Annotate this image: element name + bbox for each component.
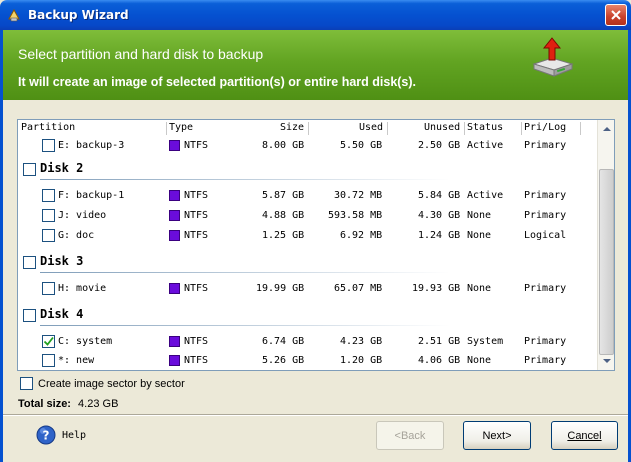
partition-checkbox[interactable] <box>42 282 55 295</box>
sector-by-sector-checkbox[interactable] <box>20 377 33 390</box>
disk-4-checkbox[interactable] <box>23 309 36 322</box>
scroll-thumb[interactable] <box>599 169 614 355</box>
help-label: Help <box>62 429 87 441</box>
scroll-down-button[interactable] <box>599 353 614 368</box>
partition-row[interactable]: F: backup-1 NTFS 5.87 GB 30.72 MB 5.84 G… <box>18 187 598 205</box>
partition-row[interactable]: J: video NTFS 4.88 GB 593.58 MB 4.30 GB … <box>18 207 598 225</box>
partition-checkbox[interactable] <box>42 209 55 222</box>
col-partition[interactable]: Partition <box>21 122 75 133</box>
wizard-app-icon <box>8 8 20 22</box>
window-title: Backup Wizard <box>28 8 129 22</box>
partition-row[interactable]: G: doc NTFS 1.25 GB 6.92 MB 1.24 GB None… <box>18 227 598 245</box>
arrow-down-icon <box>602 358 611 363</box>
next-button[interactable]: Next> <box>463 421 531 450</box>
back-button[interactable]: <Back <box>376 421 444 450</box>
disk-2-header[interactable]: Disk 2 <box>18 158 598 180</box>
close-icon <box>611 10 621 20</box>
partition-checkbox-checked[interactable] <box>42 335 55 348</box>
vertical-scrollbar[interactable] <box>597 120 614 370</box>
col-status[interactable]: Status <box>467 122 503 133</box>
sector-by-sector-option[interactable]: Create image sector by sector <box>20 377 185 390</box>
ntfs-color-swatch <box>169 355 180 366</box>
ntfs-color-swatch <box>169 190 180 201</box>
sector-by-sector-label: Create image sector by sector <box>38 377 185 390</box>
ntfs-color-swatch <box>169 210 180 221</box>
total-size-label: Total size: <box>18 398 71 410</box>
partition-checkbox[interactable] <box>42 189 55 202</box>
ntfs-color-swatch <box>169 230 180 241</box>
title-bar: Backup Wizard <box>0 0 631 30</box>
ntfs-color-swatch <box>169 336 180 347</box>
total-size-value: 4.23 GB <box>78 398 119 410</box>
scroll-up-button[interactable] <box>599 121 614 136</box>
arrow-up-icon <box>602 126 611 131</box>
partition-checkbox[interactable] <box>42 229 55 242</box>
header-subtitle: It will create an image of selected part… <box>18 75 417 89</box>
footer-divider <box>3 414 628 416</box>
window-frame-left <box>0 100 3 462</box>
col-size[interactable]: Size <box>280 122 304 133</box>
close-button[interactable] <box>605 4 627 26</box>
checkmark-icon <box>43 336 54 346</box>
wizard-header: Select partition and hard disk to backup… <box>0 30 631 100</box>
partition-checkbox[interactable] <box>42 139 55 152</box>
ntfs-color-swatch <box>169 140 180 151</box>
total-size: Total size: 4.23 GB <box>18 398 118 410</box>
header-title: Select partition and hard disk to backup <box>18 46 264 62</box>
hard-disk-upload-icon <box>532 37 574 77</box>
partition-checkbox[interactable] <box>42 354 55 367</box>
column-header: Partition Type Size Used Unused Status P… <box>18 120 598 137</box>
ntfs-color-swatch <box>169 283 180 294</box>
disk-2-checkbox[interactable] <box>23 163 36 176</box>
partition-row[interactable]: H: movie NTFS 19.99 GB 65.07 MB 19.93 GB… <box>18 280 598 298</box>
partition-row[interactable]: *: new NTFS 5.26 GB 1.20 GB 4.06 GB None… <box>18 352 598 370</box>
help-button[interactable]: ? Help <box>36 425 86 445</box>
cancel-button[interactable]: Cancel <box>551 421 618 450</box>
col-used[interactable]: Used <box>359 122 383 133</box>
disk-3-header[interactable]: Disk 3 <box>18 251 598 273</box>
svg-text:?: ? <box>43 429 50 443</box>
disk-3-checkbox[interactable] <box>23 256 36 269</box>
partition-row[interactable]: C: system NTFS 6.74 GB 4.23 GB 2.51 GB S… <box>18 333 598 351</box>
col-type[interactable]: Type <box>169 122 193 133</box>
col-prilog[interactable]: Pri/Log <box>524 122 566 133</box>
partition-row[interactable]: E: backup-3 NTFS 8.00 GB 5.50 GB 2.50 GB… <box>18 137 598 155</box>
col-unused[interactable]: Unused <box>424 122 460 133</box>
help-question-icon: ? <box>36 425 56 445</box>
disk-4-header[interactable]: Disk 4 <box>18 304 598 326</box>
partition-list[interactable]: Partition Type Size Used Unused Status P… <box>17 119 615 371</box>
